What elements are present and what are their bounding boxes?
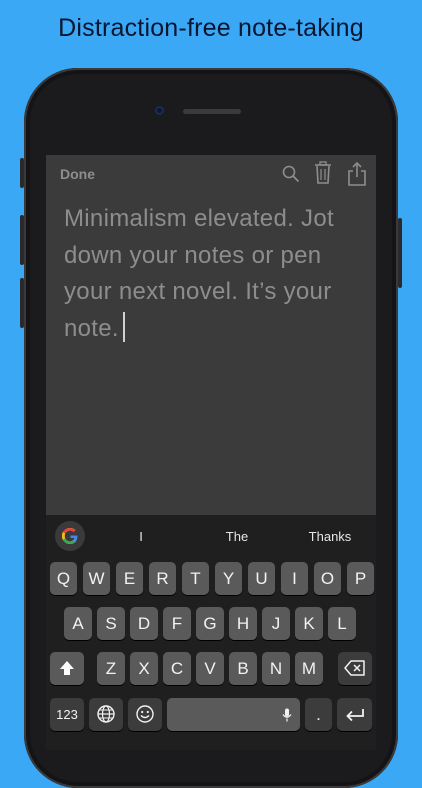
return-key[interactable] <box>337 698 372 731</box>
numbers-key[interactable]: 123 <box>50 698 84 731</box>
volume-down-button <box>20 278 24 328</box>
key-m[interactable]: M <box>295 652 323 685</box>
key-j[interactable]: J <box>262 607 290 640</box>
key-b[interactable]: B <box>229 652 257 685</box>
suggestion-bar: I The Thanks <box>46 515 376 557</box>
volume-up-button <box>20 215 24 265</box>
key-z[interactable]: Z <box>97 652 125 685</box>
shift-icon <box>58 659 76 678</box>
power-button <box>398 218 402 288</box>
note-toolbar: Done <box>46 155 376 195</box>
emoji-icon <box>135 705 155 724</box>
key-k[interactable]: K <box>295 607 323 640</box>
note-editor[interactable]: Minimalism elevated. Jot down your notes… <box>64 201 364 347</box>
globe-icon <box>96 705 116 724</box>
earpiece-speaker <box>183 109 241 114</box>
key-y[interactable]: Y <box>215 562 242 595</box>
done-button[interactable]: Done <box>60 166 95 182</box>
key-r[interactable]: R <box>149 562 176 595</box>
shift-key[interactable] <box>50 652 84 685</box>
key-u[interactable]: U <box>248 562 275 595</box>
backspace-icon <box>344 659 366 678</box>
suggestion-2[interactable]: The <box>211 529 263 544</box>
suggestion-3[interactable]: Thanks <box>300 529 360 544</box>
key-v[interactable]: V <box>196 652 224 685</box>
key-o[interactable]: O <box>314 562 341 595</box>
phone-screen: Done Minimalism elevated. Jot down your … <box>46 155 376 750</box>
key-i[interactable]: I <box>281 562 308 595</box>
key-q[interactable]: Q <box>50 562 77 595</box>
key-h[interactable]: H <box>229 607 257 640</box>
key-s[interactable]: S <box>97 607 125 640</box>
key-p[interactable]: P <box>347 562 374 595</box>
google-icon[interactable] <box>55 521 85 551</box>
key-c[interactable]: C <box>163 652 191 685</box>
key-n[interactable]: N <box>262 652 290 685</box>
headline: Distraction-free note-taking <box>58 14 364 42</box>
emoji-key[interactable] <box>128 698 162 731</box>
backspace-key[interactable] <box>338 652 372 685</box>
microphone-icon[interactable] <box>282 700 292 733</box>
key-g[interactable]: G <box>196 607 224 640</box>
text-cursor <box>122 311 125 342</box>
trash-icon[interactable] <box>313 161 333 190</box>
space-bar[interactable] <box>167 698 300 731</box>
key-e[interactable]: E <box>116 562 143 595</box>
key-a[interactable]: A <box>64 607 92 640</box>
keyboard: I The Thanks Q W E R T Y U I O P A S D F… <box>46 515 376 750</box>
key-w[interactable]: W <box>83 562 110 595</box>
key-d[interactable]: D <box>130 607 158 640</box>
return-icon <box>345 705 365 724</box>
key-l[interactable]: L <box>328 607 356 640</box>
mute-switch <box>20 158 24 188</box>
front-camera <box>155 106 164 115</box>
note-body-text: Minimalism elevated. Jot down your notes… <box>64 205 334 342</box>
period-key[interactable]: . <box>305 698 332 731</box>
globe-key[interactable] <box>89 698 123 731</box>
key-x[interactable]: X <box>130 652 158 685</box>
key-f[interactable]: F <box>163 607 191 640</box>
share-icon[interactable] <box>347 161 367 192</box>
key-t[interactable]: T <box>182 562 209 595</box>
search-icon[interactable] <box>282 165 300 188</box>
suggestion-1[interactable]: I <box>126 529 156 544</box>
